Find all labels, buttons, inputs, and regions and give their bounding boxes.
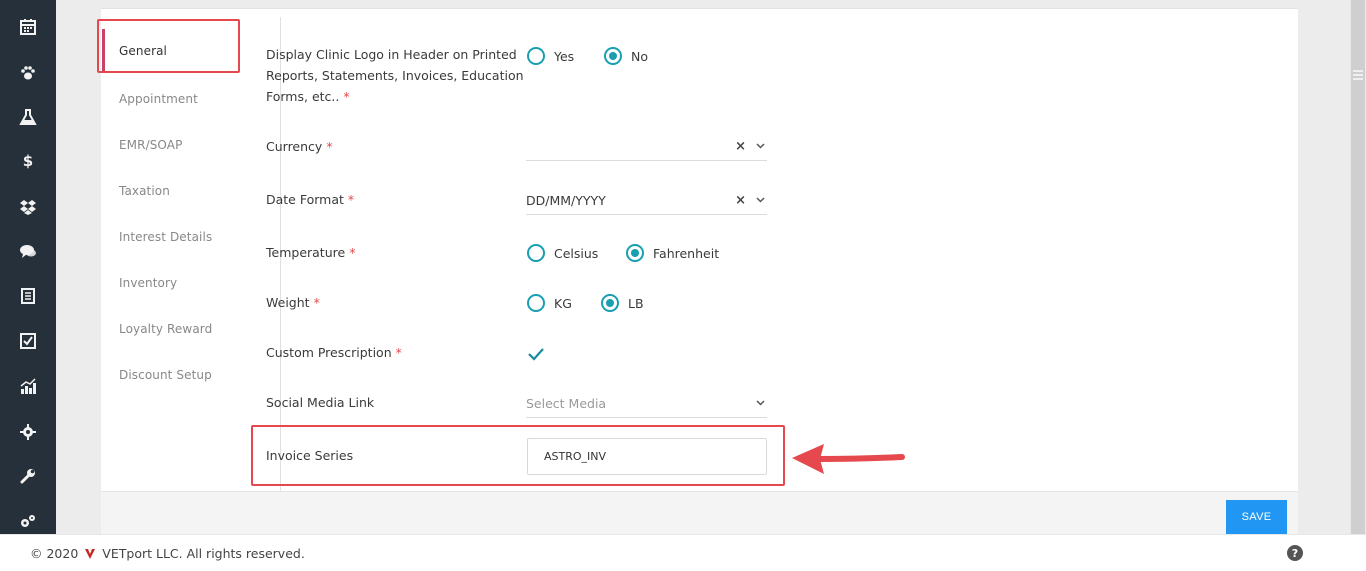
radio-label: Fahrenheit	[653, 245, 720, 261]
tab-taxation[interactable]: Taxation	[119, 184, 170, 198]
copyright: © 2020 VETport LLC. All rights reserved.	[30, 546, 305, 561]
chevron-down-icon[interactable]	[756, 141, 765, 152]
highlight-general-tab	[97, 19, 240, 73]
company-name: VETport LLC. All rights reserved.	[102, 546, 305, 561]
checkmark-icon[interactable]	[527, 345, 545, 363]
arrow-icon	[792, 444, 905, 474]
social-media-select[interactable]: Select Media	[526, 390, 767, 418]
logo-label-line-3: Forms, etc.. *	[266, 89, 350, 104]
chart-icon[interactable]	[17, 376, 39, 398]
radio-label: Celsius	[554, 245, 599, 261]
kg-radio[interactable]: KG	[527, 294, 572, 312]
custom-prescription-label: Custom Prescription *	[266, 345, 402, 360]
highlight-invoice-series	[251, 425, 785, 486]
flask-icon[interactable]	[17, 106, 39, 128]
clear-icon[interactable]: ×	[735, 193, 746, 208]
logo-yes-radio[interactable]: Yes	[527, 47, 574, 65]
tab-discount-setup[interactable]: Discount Setup	[119, 368, 212, 382]
save-button[interactable]: SAVE	[1226, 500, 1287, 534]
chat-icon[interactable]	[17, 240, 39, 262]
vetport-logo-icon	[85, 548, 96, 559]
dollar-icon[interactable]: $	[17, 150, 39, 172]
scrollbar[interactable]	[1350, 0, 1365, 534]
tab-appointment[interactable]: Appointment	[119, 92, 198, 106]
sidebar: $	[0, 0, 56, 534]
radio-label: Yes	[554, 48, 575, 64]
wrench-icon[interactable]	[17, 465, 39, 487]
lb-radio[interactable]: LB	[601, 294, 644, 312]
main-content: General Appointment EMR/SOAP Taxation In…	[56, 0, 1320, 535]
page-footer: © 2020 VETport LLC. All rights reserved.…	[0, 534, 1366, 571]
celsius-radio[interactable]: Celsius	[527, 244, 598, 262]
radio-circle	[527, 47, 545, 65]
card-footer	[101, 491, 1298, 535]
radio-label: LB	[628, 295, 644, 311]
gears-icon[interactable]	[17, 510, 39, 532]
date-format-label: Date Format *	[266, 192, 355, 207]
temperature-label: Temperature *	[266, 245, 356, 260]
help-icon[interactable]: ?	[1287, 545, 1303, 561]
tab-emr-soap[interactable]: EMR/SOAP	[119, 138, 182, 152]
tab-interest-details[interactable]: Interest Details	[119, 230, 212, 244]
clear-icon[interactable]: ×	[735, 139, 746, 154]
radio-circle-selected	[604, 47, 622, 65]
radio-circle-selected	[601, 294, 619, 312]
radio-circle	[527, 244, 545, 262]
chevron-down-icon[interactable]	[756, 398, 765, 409]
checkbox-icon[interactable]	[17, 330, 39, 352]
logo-setting-label: Display Clinic Logo in Header on Printed…	[266, 44, 524, 107]
logo-label-line-1: Display Clinic Logo in Header on Printed	[266, 47, 517, 62]
radio-circle-selected	[626, 244, 644, 262]
date-format-value: DD/MM/YYYY	[526, 193, 606, 208]
weight-label: Weight *	[266, 295, 320, 310]
receipt-icon[interactable]	[17, 285, 39, 307]
chevron-down-icon[interactable]	[756, 195, 765, 206]
copyright-year: © 2020	[30, 546, 79, 561]
currency-select[interactable]: ×	[526, 133, 767, 161]
gear-icon[interactable]	[17, 421, 39, 443]
fahrenheit-radio[interactable]: Fahrenheit	[626, 244, 719, 262]
paw-icon[interactable]	[17, 62, 39, 84]
dropbox-icon[interactable]	[17, 196, 39, 218]
social-media-placeholder: Select Media	[526, 396, 607, 411]
radio-circle	[527, 294, 545, 312]
tab-inventory[interactable]: Inventory	[119, 276, 177, 290]
calendar-icon[interactable]	[17, 16, 39, 38]
radio-label: KG	[554, 295, 572, 311]
tab-loyalty-reward[interactable]: Loyalty Reward	[119, 322, 212, 336]
logo-label-line-2: Reports, Statements, Invoices, Education	[266, 68, 524, 83]
radio-label: No	[631, 48, 648, 64]
required-marker: *	[343, 89, 350, 104]
date-format-select[interactable]: DD/MM/YYYY ×	[526, 187, 767, 215]
currency-label: Currency *	[266, 139, 333, 154]
logo-no-radio[interactable]: No	[604, 47, 648, 65]
social-media-label: Social Media Link	[266, 395, 375, 410]
